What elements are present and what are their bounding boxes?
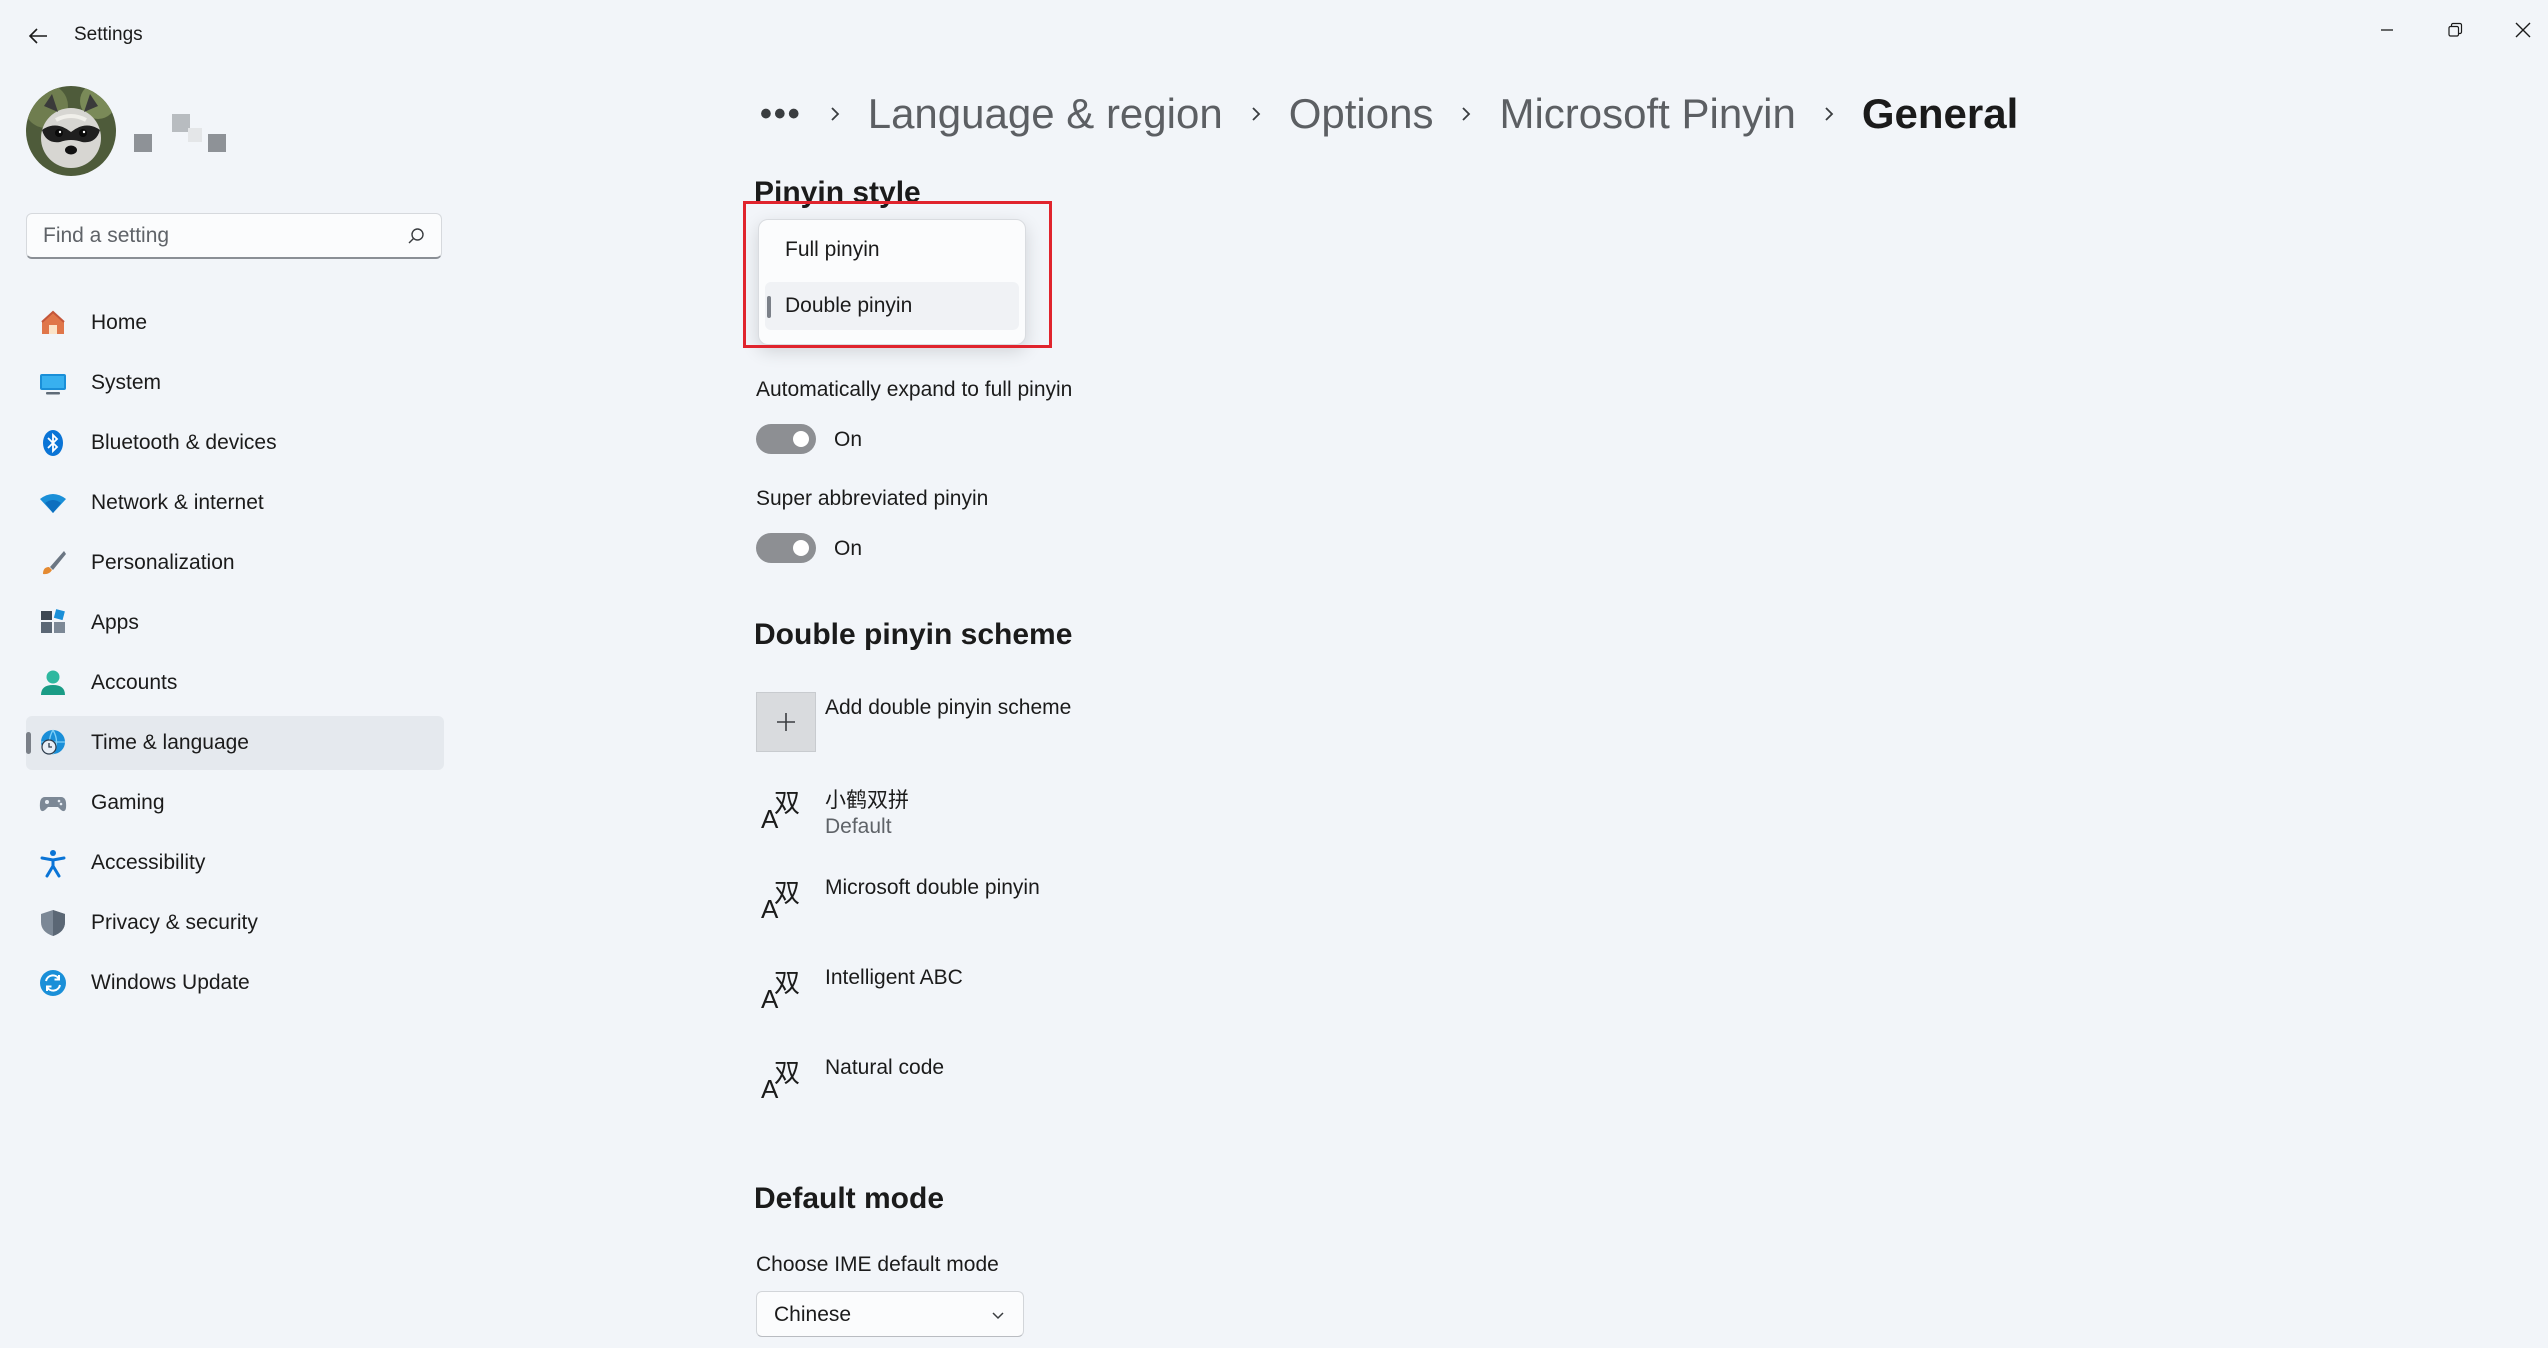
sidebar-item-home[interactable]: Home [26, 296, 444, 350]
breadcrumb-item-microsoft-pinyin[interactable]: Microsoft Pinyin [1499, 90, 1795, 138]
sidebar-item-system[interactable]: System [26, 356, 444, 410]
breadcrumb-item-options[interactable]: Options [1289, 90, 1434, 138]
sidebar-item-label: Personalization [91, 551, 235, 574]
sidebar-item-label: Accounts [91, 671, 178, 694]
ime-default-mode-select[interactable]: Chinese [756, 1291, 1024, 1337]
scheme-name-xiaohe[interactable]: 小鹤双拼 [825, 784, 909, 814]
monitor-icon [40, 374, 66, 395]
super-abbrev-state: On [834, 537, 863, 560]
close-icon [2515, 22, 2531, 38]
sidebar-item-gaming[interactable]: Gaming [26, 776, 444, 830]
sidebar-item-privacy[interactable]: Privacy & security [26, 896, 444, 950]
svg-text:双: 双 [774, 969, 800, 999]
page-title: General [1861, 90, 2019, 137]
highlight-box [743, 201, 1052, 348]
home-icon [41, 310, 65, 334]
search-input[interactable] [41, 214, 405, 258]
sidebar-item-label: Accessibility [91, 851, 206, 874]
select-value: Chinese [774, 1303, 852, 1326]
restore-icon [2448, 22, 2463, 37]
chevron-right-icon [1822, 105, 1836, 123]
account-name-redacted [134, 110, 234, 154]
svg-text:双: 双 [774, 879, 800, 909]
language-scheme-icon: A双 [761, 789, 800, 832]
super-abbrev-label: Super abbreviated pinyin [756, 487, 989, 510]
toggle-knob [793, 431, 809, 447]
person-icon [41, 670, 65, 695]
sidebar-item-label: Windows Update [91, 971, 250, 994]
sidebar-item-personalization[interactable]: Personalization [26, 536, 444, 590]
minimize-button[interactable] [2352, 8, 2422, 52]
chevron-right-icon [1249, 105, 1263, 123]
language-scheme-icon: A双 [761, 969, 800, 1012]
sidebar-item-label: Apps [91, 611, 139, 634]
scheme-name-intelligent-abc[interactable]: Intelligent ABC [825, 966, 963, 990]
globe-clock-icon [41, 729, 65, 756]
apps-icon [41, 609, 65, 633]
toggle-knob [793, 540, 809, 556]
raccoon-avatar-image [26, 86, 116, 176]
sidebar-item-label: Network & internet [91, 491, 264, 514]
sidebar-item-accessibility[interactable]: Accessibility [26, 836, 444, 890]
minimize-icon [2381, 29, 2393, 31]
auto-expand-toggle[interactable] [756, 424, 816, 454]
search-box[interactable] [26, 213, 442, 259]
gamepad-icon [39, 797, 67, 812]
chevron-down-icon [992, 1312, 1004, 1320]
plus-icon [777, 713, 795, 731]
section-title-default-mode: Default mode [754, 1182, 945, 1215]
sidebar-item-apps[interactable]: Apps [26, 596, 444, 650]
sidebar-item-label: Bluetooth & devices [91, 431, 277, 454]
bluetooth-icon [43, 430, 63, 456]
brush-icon [43, 551, 66, 575]
close-button[interactable] [2488, 8, 2548, 52]
sidebar-item-bluetooth[interactable]: Bluetooth & devices [26, 416, 444, 470]
back-button[interactable] [18, 18, 58, 54]
selection-indicator [26, 732, 31, 754]
add-scheme-button[interactable] [756, 692, 816, 752]
scheme-name-microsoft[interactable]: Microsoft double pinyin [825, 876, 1040, 900]
sidebar-item-label: Gaming [91, 791, 165, 814]
chevron-right-icon [828, 105, 842, 123]
section-title-double-pinyin-scheme: Double pinyin scheme [754, 618, 1073, 651]
svg-text:双: 双 [774, 789, 800, 819]
svg-text:双: 双 [774, 1059, 800, 1089]
sidebar-item-windows-update[interactable]: Windows Update [26, 956, 444, 1010]
chevron-right-icon [1459, 105, 1473, 123]
sidebar-item-label: Home [91, 311, 148, 334]
sidebar-item-accounts[interactable]: Accounts [26, 656, 444, 710]
sidebar-item-label: Time & language [91, 731, 249, 754]
restore-button[interactable] [2420, 8, 2490, 52]
sidebar-item-label: System [91, 371, 162, 394]
search-icon[interactable] [405, 225, 427, 247]
scheme-default-badge: Default [825, 815, 892, 838]
language-scheme-icon: A双 [761, 1059, 800, 1102]
breadcrumb-item-language-region[interactable]: Language & region [868, 90, 1223, 138]
sidebar-item-time-language[interactable]: Time & language [26, 716, 444, 770]
auto-expand-label: Automatically expand to full pinyin [756, 378, 1073, 401]
breadcrumb: ••• Language & region Options Microsoft … [760, 82, 2018, 146]
language-scheme-icon: A双 [761, 879, 800, 922]
breadcrumb-more-button[interactable]: ••• [760, 95, 802, 134]
sidebar-item-network[interactable]: Network & internet [26, 476, 444, 530]
super-abbrev-toggle[interactable] [756, 533, 816, 563]
scheme-name-natural-code[interactable]: Natural code [825, 1056, 944, 1080]
accessibility-icon [40, 850, 66, 878]
back-arrow-icon [28, 28, 47, 44]
app-title: Settings [74, 24, 143, 45]
sidebar-item-label: Privacy & security [91, 911, 258, 934]
auto-expand-state: On [834, 428, 863, 451]
avatar[interactable] [26, 86, 116, 176]
add-scheme-label[interactable]: Add double pinyin scheme [825, 696, 1071, 720]
wifi-icon [40, 494, 66, 513]
update-icon [40, 970, 66, 996]
shield-icon [41, 910, 65, 936]
ime-default-mode-label: Choose IME default mode [756, 1253, 999, 1276]
